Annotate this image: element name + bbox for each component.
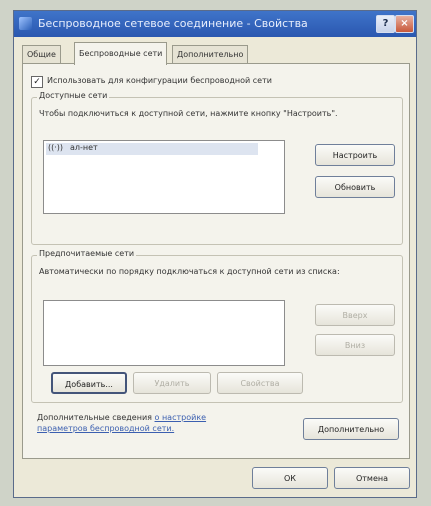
network-list-item[interactable]: ((·)) ал-нет — [46, 143, 258, 155]
remove-button[interactable]: Удалить — [133, 372, 211, 394]
available-networks-title: Доступные сети — [37, 91, 110, 100]
ok-button[interactable]: ОК — [252, 467, 328, 489]
preferred-networks-title: Предпочитаемые сети — [37, 249, 137, 258]
advanced-button[interactable]: Дополнительно — [303, 418, 399, 440]
tab-strip: Общие Беспроводные сети Дополнительно — [22, 42, 412, 65]
wireless-signal-icon: ((·)) — [48, 143, 64, 152]
preferred-networks-description: Автоматически по порядку подключаться к … — [39, 267, 340, 276]
footer-text: Дополнительные сведения о настройке пара… — [37, 412, 247, 434]
cancel-button[interactable]: Отмена — [334, 467, 410, 489]
use-windows-checkbox[interactable]: ✓ — [31, 76, 43, 88]
title-bar[interactable]: Беспроводное сетевое соединение - Свойст… — [14, 11, 416, 37]
network-adapter-icon — [19, 17, 32, 30]
available-networks-list[interactable]: ((·)) ал-нет — [43, 140, 285, 214]
move-up-button[interactable]: Вверх — [315, 304, 395, 326]
network-name: ал-нет — [70, 143, 98, 152]
move-down-button[interactable]: Вниз — [315, 334, 395, 356]
tab-general[interactable]: Общие — [22, 45, 61, 64]
preferred-networks-list[interactable] — [43, 300, 285, 366]
configure-button[interactable]: Настроить — [315, 144, 395, 166]
properties-button[interactable]: Свойства — [217, 372, 303, 394]
wireless-networks-panel: ✓ Использовать для конфигурации беспрово… — [22, 63, 410, 459]
add-button[interactable]: Добавить... — [51, 372, 127, 394]
use-windows-label[interactable]: Использовать для конфигурации беспроводн… — [47, 76, 272, 85]
footer-static-text: Дополнительные сведения — [37, 413, 152, 422]
tab-wireless-networks[interactable]: Беспроводные сети — [74, 42, 168, 65]
available-networks-description: Чтобы подключиться к доступной сети, наж… — [39, 109, 338, 118]
window-title: Беспроводное сетевое соединение - Свойст… — [38, 17, 308, 30]
close-button[interactable]: × — [395, 15, 414, 33]
help-button[interactable]: ? — [376, 15, 395, 33]
refresh-button[interactable]: Обновить — [315, 176, 395, 198]
tab-advanced[interactable]: Дополнительно — [172, 45, 249, 64]
properties-window: Беспроводное сетевое соединение - Свойст… — [13, 10, 417, 498]
